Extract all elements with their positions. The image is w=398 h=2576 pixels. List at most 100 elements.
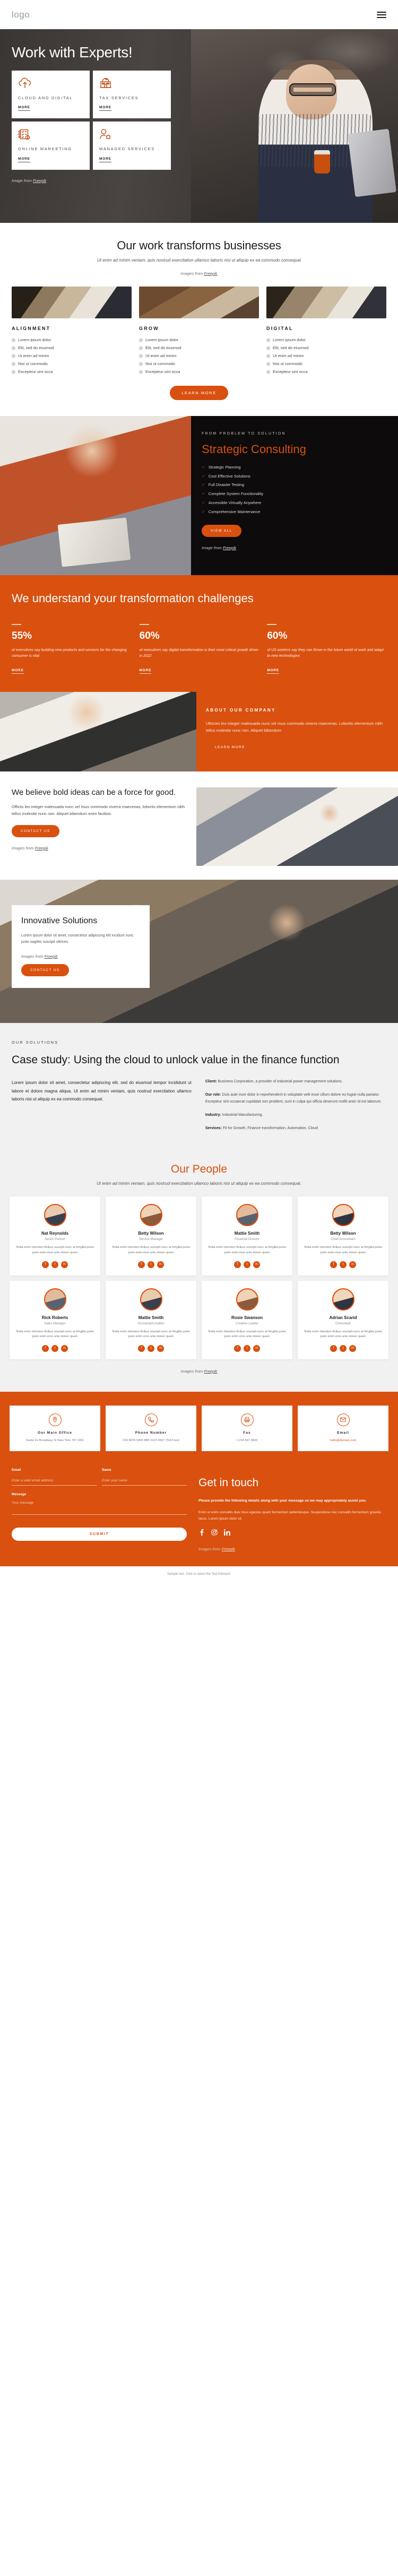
facebook-icon[interactable] (198, 1529, 205, 1537)
bank-building-icon (99, 77, 165, 90)
email-link[interactable]: hello@domain.com (330, 1439, 357, 1442)
member-name: Nat Reynolds (41, 1231, 69, 1236)
member-bio: Nulla enim interdum finibus suscipit nun… (304, 1330, 382, 1339)
fax-icon (240, 1413, 254, 1426)
credit-link[interactable]: Freepik (223, 545, 236, 550)
check-circle-icon: ◎ (12, 345, 15, 350)
facebook-icon[interactable]: f (42, 1345, 49, 1352)
avatar (236, 1204, 258, 1227)
service-more-link[interactable]: More (99, 106, 111, 111)
message-field[interactable] (12, 1499, 187, 1515)
twitter-icon[interactable]: t (244, 1345, 250, 1352)
credit-link[interactable]: Freepik (33, 178, 46, 183)
consulting-photo (0, 416, 191, 575)
facebook-icon[interactable]: f (138, 1261, 145, 1268)
hero-title: Work with Experts! (12, 44, 133, 60)
learn-more-button[interactable]: Learn more (170, 386, 228, 400)
stat-more-link[interactable]: More (139, 669, 152, 674)
linkedin-icon[interactable]: in (349, 1261, 356, 1268)
linkedin-icon[interactable]: in (157, 1261, 164, 1268)
linkedin-icon[interactable]: in (61, 1261, 68, 1268)
twitter-icon[interactable]: t (51, 1345, 58, 1352)
twitter-icon[interactable]: t (51, 1261, 58, 1268)
team-member-card[interactable]: Mattie Smith Accountant Auditor Nulla en… (106, 1280, 196, 1359)
view-all-button[interactable]: View all (202, 524, 241, 537)
service-card-tax-services[interactable]: Tax Services More (93, 71, 171, 119)
member-socials: f t in (206, 1345, 288, 1352)
service-more-link[interactable]: More (18, 157, 30, 162)
member-socials: f t in (302, 1261, 384, 1268)
message-label: Message (12, 1493, 27, 1497)
credit-link[interactable]: Freepik (204, 271, 217, 276)
linkedin-icon[interactable]: in (253, 1261, 260, 1268)
service-more-link[interactable]: More (18, 106, 30, 111)
phone-icon (144, 1413, 158, 1426)
instagram-icon[interactable] (211, 1529, 218, 1537)
twitter-icon[interactable]: t (340, 1261, 347, 1268)
bold-image-credit: Images from Freepik (12, 846, 187, 851)
team-member-card[interactable]: Adrian Scarid Consultant Nulla enim inte… (298, 1280, 388, 1359)
about-learn-more-button[interactable]: Learn more (206, 741, 254, 754)
list-item: ◎ Elit, sed do eiusmod (12, 345, 54, 350)
facebook-icon[interactable]: f (330, 1261, 337, 1268)
transform-card-grow: Grow ◎ Lorem ipsum dolor ◎ Elit, sed do ei… (139, 287, 259, 377)
hamburger-menu-icon[interactable] (377, 11, 386, 18)
social-links (198, 1529, 386, 1537)
linkedin-icon[interactable]: in (253, 1345, 260, 1352)
credit-link[interactable]: Freepik (222, 1547, 235, 1551)
twitter-icon[interactable]: t (340, 1345, 347, 1352)
card-bullets: ◎ Lorem ipsum dolor ◎ Elit, sed do eiusmod… (139, 337, 259, 374)
our-people-section: Our People Ut enim ad minim veniam, quis… (0, 1158, 398, 1392)
touch-body: Enim ut enim convallis duis risus egesta… (198, 1511, 381, 1521)
service-more-link[interactable]: More (99, 157, 111, 162)
service-card-managed-services[interactable]: Managed Services More (93, 122, 171, 170)
consulting-feature-list: ✓ Strategic Planning ✓ Cost Effective Solu… (202, 465, 386, 515)
linkedin-icon[interactable]: in (61, 1345, 68, 1352)
team-member-card[interactable]: Betty Wilson Service Manager Nulla enim … (106, 1196, 196, 1276)
name-field[interactable] (102, 1477, 187, 1486)
linkedin-icon[interactable] (223, 1529, 230, 1537)
twitter-icon[interactable]: t (148, 1345, 154, 1352)
touch-heading: Get in touch (198, 1477, 259, 1489)
contact-us-button[interactable]: Contact us (12, 825, 59, 837)
team-member-card[interactable]: Mattie Smith Financial Director Nulla en… (202, 1196, 292, 1276)
facebook-icon[interactable]: f (138, 1345, 145, 1352)
email-field[interactable] (12, 1477, 97, 1486)
site-footer: Sample text. Click to select the Text El… (0, 1566, 398, 1584)
card-thumbnail (12, 287, 132, 318)
innovative-contact-button[interactable]: Contact us (21, 964, 69, 976)
bold-body: Officiis leo integer malesuada nunc vel … (12, 804, 185, 817)
stat-divider (12, 623, 21, 625)
linkedin-icon[interactable]: in (157, 1345, 164, 1352)
member-bio: Nulla enim interdum finibus suscipit nun… (208, 1330, 286, 1339)
twitter-icon[interactable]: t (244, 1261, 250, 1268)
credit-link[interactable]: Freepik (35, 846, 48, 851)
twitter-icon[interactable]: t (148, 1261, 154, 1268)
stat-more-link[interactable]: More (267, 669, 280, 674)
logo[interactable]: logo (12, 10, 30, 20)
facebook-icon[interactable]: f (42, 1261, 49, 1268)
member-socials: f t in (110, 1261, 192, 1268)
linkedin-icon[interactable]: in (349, 1345, 356, 1352)
contact-cards-section: Our Main Office Santa Fe Broadway St New… (0, 1391, 398, 1465)
member-name: Adrian Scarid (329, 1315, 357, 1320)
team-member-card[interactable]: Betty Wilson Chief Accountant Nulla enim… (298, 1196, 388, 1276)
team-member-card[interactable]: Nat Reynolds Senior Partner Nulla enim i… (10, 1196, 100, 1276)
credit-prefix: Image from (12, 178, 33, 183)
list-item: ✓ Cost Effective Solutions (202, 473, 250, 479)
check-circle-icon: ◎ (12, 337, 15, 342)
member-bio: Nulla enim interdum finibus suscipit nun… (16, 1330, 94, 1339)
team-member-card[interactable]: Rosie Swanson Creative Leader Nulla enim… (202, 1280, 292, 1359)
facebook-icon[interactable]: f (330, 1345, 337, 1352)
team-member-card[interactable]: Rick Roberts Sales Manager Nulla enim in… (10, 1280, 100, 1359)
facebook-icon[interactable]: f (234, 1261, 241, 1268)
facebook-icon[interactable]: f (234, 1345, 241, 1352)
service-card-online-marketing[interactable]: Online Marketing More (12, 122, 90, 170)
service-card-cloud-and-digital[interactable]: Cloud and Digital More (12, 71, 90, 119)
list-item: ✓ Complete System Functionality (202, 491, 264, 497)
stat-more-link[interactable]: More (12, 669, 24, 674)
credit-link[interactable]: Freepik (204, 1369, 217, 1374)
credit-link[interactable]: Freepik (45, 954, 58, 959)
submit-button[interactable]: Submit (12, 1528, 187, 1541)
case-study-section: Our solutions Case study: Using the clou… (0, 1022, 398, 1158)
